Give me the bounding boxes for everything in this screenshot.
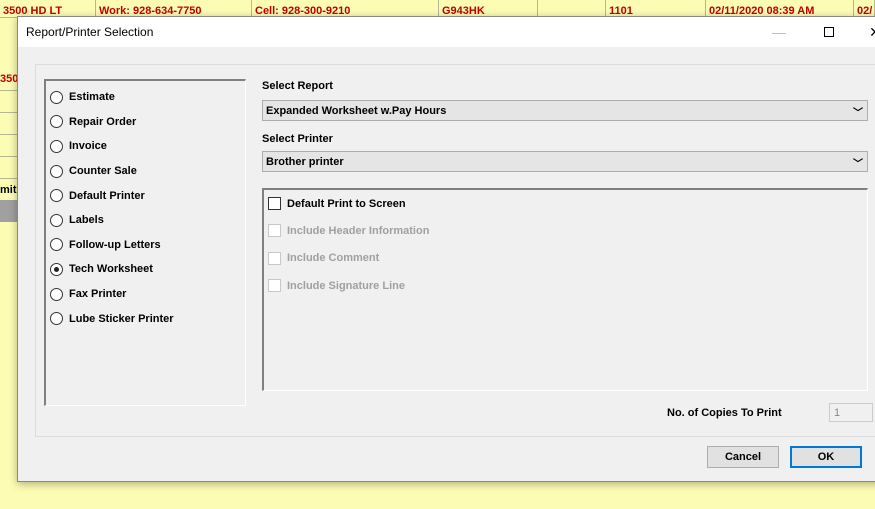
radio-label: Invoice	[69, 140, 107, 153]
bg-cell: G943HK	[439, 0, 538, 17]
checkbox-option: Include Header Information	[264, 217, 867, 244]
radio-labels[interactable]: Labels	[46, 208, 245, 233]
cancel-button[interactable]: Cancel	[707, 446, 779, 468]
bg-cell: 3500 HD LT	[0, 0, 96, 17]
checkbox-icon	[268, 224, 281, 238]
checkbox-label: Include Header Information	[287, 224, 430, 237]
radio-label: Tech Worksheet	[69, 263, 153, 276]
checkbox-label: Include Comment	[287, 252, 380, 265]
radio-repair-order[interactable]: Repair Order	[46, 110, 245, 135]
radio-default-printer[interactable]: Default Printer	[46, 183, 245, 208]
select-printer-label: Select Printer	[262, 133, 333, 145]
checkbox-option: Include Comment	[264, 245, 867, 272]
bg-cell: 1101	[606, 0, 706, 17]
radio-label: Counter Sale	[69, 165, 137, 178]
radio-invoice[interactable]: Invoice	[46, 134, 245, 159]
select-printer-dropdown[interactable]: Brother printer ﹀	[262, 151, 868, 172]
checkbox-label: Default Print to Screen	[287, 197, 406, 210]
bg-cell	[538, 0, 606, 17]
radio-icon	[50, 164, 63, 178]
radio-estimate[interactable]: Estimate	[46, 85, 245, 110]
radio-icon	[50, 262, 63, 276]
bg-cell: 02/	[854, 0, 875, 17]
bg-selected-row	[0, 200, 17, 222]
maximize-button[interactable]	[806, 17, 852, 47]
checkbox-icon	[268, 251, 281, 265]
bg-cell: 02/11/2020 08:39 AM	[706, 0, 854, 17]
chevron-down-icon: ﹀	[853, 108, 863, 119]
radio-lube-sticker-printer[interactable]: Lube Sticker Printer	[46, 306, 245, 331]
dialog-title: Report/Printer Selection	[26, 25, 154, 39]
radio-icon	[50, 287, 63, 301]
close-button[interactable]: ✕	[852, 17, 875, 47]
radio-icon	[50, 189, 63, 203]
radio-follow-up-letters[interactable]: Follow-up Letters	[46, 233, 245, 258]
checkbox-option: Include Signature Line	[264, 272, 867, 299]
checkbox-icon	[268, 197, 281, 211]
select-report-dropdown[interactable]: Expanded Worksheet w.Pay Hours ﹀	[262, 100, 868, 121]
select-printer-value: Brother printer	[266, 156, 344, 168]
radio-label: Labels	[69, 214, 104, 227]
ok-button[interactable]: OK	[790, 446, 862, 468]
bg-cell: Work: 928-634-7750	[96, 0, 252, 17]
radio-label: Follow-up Letters	[69, 238, 161, 251]
report-type-group: Estimate Repair Order Invoice Counter Sale D…	[44, 79, 246, 406]
radio-label: Default Printer	[69, 189, 145, 202]
radio-icon	[50, 115, 63, 129]
checkbox-label: Include Signature Line	[287, 279, 405, 292]
report-printer-dialog: Report/Printer Selection — ✕ Estimate Rep…	[17, 16, 875, 482]
select-report-label: Select Report	[262, 80, 333, 92]
radio-icon	[50, 90, 63, 104]
radio-label: Repair Order	[69, 115, 137, 128]
radio-label: Lube Sticker Printer	[69, 312, 174, 325]
radio-label: Estimate	[69, 91, 115, 104]
bg-cell: Cell: 928-300-9210	[252, 0, 439, 17]
radio-tech-worksheet[interactable]: Tech Worksheet	[46, 257, 245, 282]
radio-icon	[50, 213, 63, 227]
minimize-button[interactable]: —	[756, 17, 802, 47]
print-options-group: Default Print to Screen Include Header In…	[262, 188, 868, 391]
radio-icon	[50, 139, 63, 153]
radio-counter-sale[interactable]: Counter Sale	[46, 159, 245, 184]
copies-label: No. of Copies To Print	[667, 407, 782, 419]
copies-input[interactable]: 1	[829, 403, 873, 422]
radio-icon	[50, 312, 63, 326]
checkbox-icon	[268, 279, 281, 293]
title-bar: Report/Printer Selection — ✕	[18, 17, 875, 47]
radio-label: Fax Printer	[69, 288, 127, 301]
bg-fragment: 350	[0, 73, 19, 85]
radio-icon	[50, 238, 63, 252]
chevron-down-icon: ﹀	[853, 159, 863, 170]
select-report-value: Expanded Worksheet w.Pay Hours	[266, 105, 447, 117]
maximize-icon	[824, 27, 834, 37]
checkbox-option[interactable]: Default Print to Screen	[264, 190, 867, 217]
radio-fax-printer[interactable]: Fax Printer	[46, 282, 245, 307]
